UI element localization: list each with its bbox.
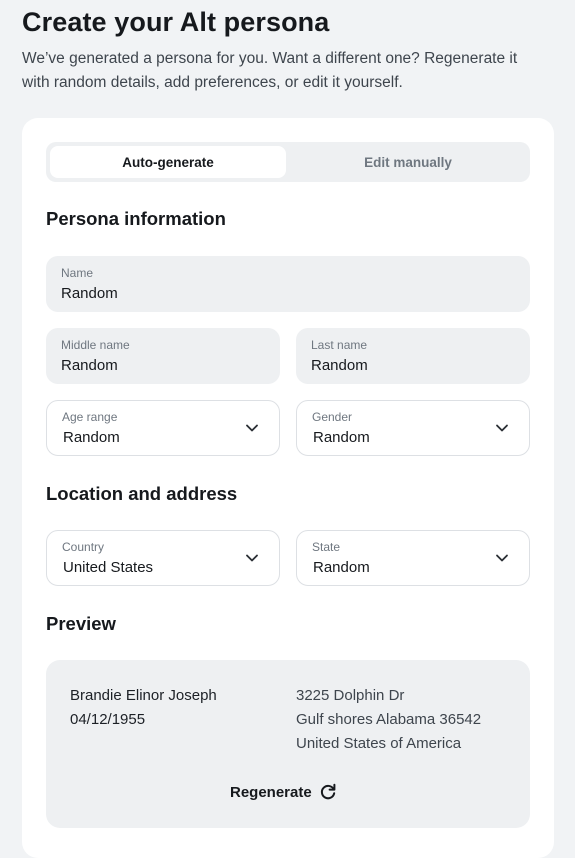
page-subtitle: We’ve generated a persona for you. Want … <box>22 50 518 91</box>
last-name-field-label: Last name <box>311 338 368 352</box>
name-field-label: Name <box>61 266 94 280</box>
preview-address-line-1: 3225 Dolphin Dr <box>296 687 405 704</box>
last-name-field-value: Random <box>311 357 368 374</box>
chevron-down-icon <box>496 554 508 562</box>
state-select-value: Random <box>313 559 370 576</box>
middle-name-field-label: Middle name <box>61 338 130 352</box>
country-select[interactable]: Country United States <box>46 530 280 586</box>
name-field[interactable]: Name Random <box>46 256 530 312</box>
gender-select[interactable]: Gender Random <box>296 400 530 456</box>
middle-name-field[interactable]: Middle name Random <box>46 328 280 384</box>
age-range-select-value: Random <box>63 429 120 446</box>
country-select-value: United States <box>63 559 154 576</box>
regenerate-button-label: Regenerate <box>230 783 312 801</box>
persona-card: Auto-generate Edit manually Persona info… <box>22 118 554 858</box>
refresh-icon <box>320 783 336 800</box>
preview-date-of-birth: 04/12/1955 <box>70 711 146 728</box>
chevron-down-icon <box>246 554 258 562</box>
age-range-select[interactable]: Age range Random <box>46 400 280 456</box>
gender-select-value: Random <box>313 429 370 446</box>
state-select-label: State <box>312 540 341 554</box>
state-select[interactable]: State Random <box>296 530 530 586</box>
tab-auto-generate[interactable]: Auto-generate <box>50 146 286 178</box>
last-name-field[interactable]: Last name Random <box>296 328 530 384</box>
preview-full-name: Brandie Elinor Joseph <box>70 687 217 704</box>
section-title-persona-information: Persona information <box>46 208 226 229</box>
age-range-select-label: Age range <box>62 410 118 424</box>
country-select-label: Country <box>62 540 105 554</box>
page-title: Create your Alt persona <box>22 7 330 37</box>
chevron-down-icon <box>246 424 258 432</box>
tab-edit-manually[interactable]: Edit manually <box>290 146 526 178</box>
section-title-preview: Preview <box>46 613 116 634</box>
regenerate-button[interactable]: Regenerate <box>230 780 337 804</box>
preview-address-line-2: Gulf shores Alabama 36542 <box>296 711 482 728</box>
gender-select-label: Gender <box>312 410 353 424</box>
middle-name-field-value: Random <box>61 357 118 374</box>
mode-segmented-control: Auto-generate Edit manually <box>46 142 530 182</box>
section-title-location-and-address: Location and address <box>46 483 238 504</box>
persona-preview: Brandie Elinor Joseph 04/12/1955 3225 Do… <box>46 660 530 828</box>
chevron-down-icon <box>496 424 508 432</box>
name-field-value: Random <box>61 285 118 302</box>
preview-address-line-3: United States of America <box>296 735 462 752</box>
